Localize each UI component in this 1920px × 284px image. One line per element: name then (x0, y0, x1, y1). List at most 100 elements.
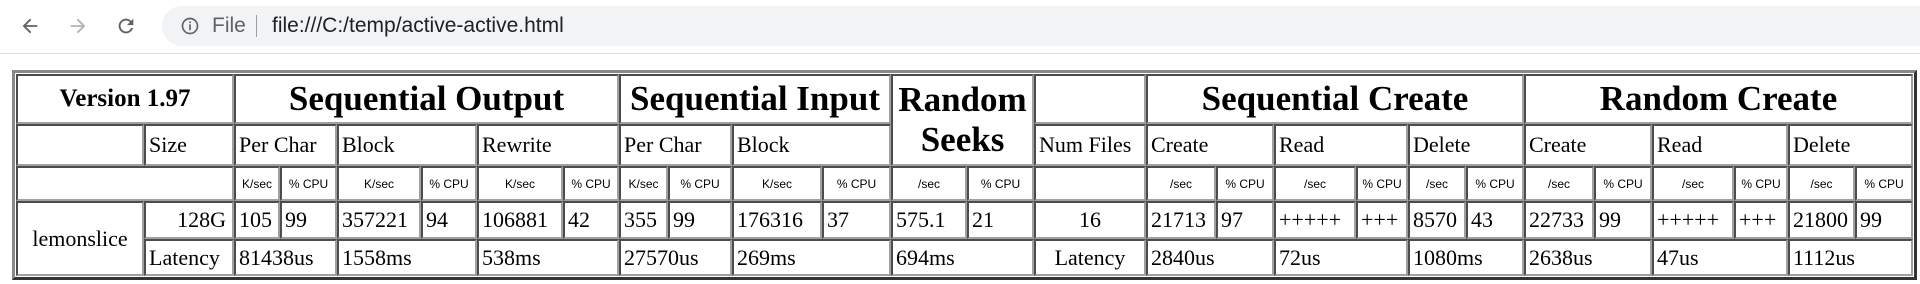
seeks-latency: 694ms (891, 239, 1034, 276)
so-rewrite-latency: 538ms (477, 239, 619, 276)
sc-create-sec: 21713 (1146, 201, 1216, 239)
unit-cpu: % CPU (1594, 166, 1652, 201)
seeks-cpu: 21 (967, 201, 1034, 239)
si-per-char-cpu: 99 (668, 201, 732, 239)
sc-delete-header: Delete (1408, 124, 1524, 166)
rc-delete-cpu: 99 (1855, 201, 1913, 239)
num-files-value: 16 (1034, 201, 1146, 239)
si-per-char-latency: 27570us (619, 239, 732, 276)
so-block-latency: 1558ms (337, 239, 477, 276)
units-blank (16, 166, 234, 201)
machine-name: lemonslice (16, 201, 144, 276)
reload-button[interactable] (110, 10, 142, 42)
unit-cpu: % CPU (822, 166, 891, 201)
unit-cpu: % CPU (1466, 166, 1524, 201)
rc-create-header: Create (1524, 124, 1652, 166)
unit-cpu: % CPU (421, 166, 477, 201)
unit-cpu: % CPU (668, 166, 732, 201)
si-block-latency: 269ms (732, 239, 891, 276)
forward-button[interactable] (62, 10, 94, 42)
size-header: Size (144, 124, 234, 166)
unit-cpu: % CPU (967, 166, 1034, 201)
sc-delete-sec: 8570 (1408, 201, 1466, 239)
unit-cpu: % CPU (1855, 166, 1913, 201)
address-bar[interactable]: File file:///C:/temp/active-active.html (162, 6, 1920, 46)
rc-delete-header: Delete (1788, 124, 1913, 166)
rc-create-cpu: 99 (1594, 201, 1652, 239)
so-per-char-cpu: 99 (280, 201, 337, 239)
num-files-header: Num Files (1034, 124, 1146, 166)
sequential-create-header: Sequential Create (1146, 74, 1524, 124)
so-rewrite-ksec: 106881 (477, 201, 563, 239)
omnibox-divider (256, 15, 257, 37)
so-per-char-header: Per Char (234, 124, 337, 166)
version-header: Version 1.97 (16, 74, 234, 124)
sequential-input-header: Sequential Input (619, 74, 891, 124)
unit-cpu: % CPU (280, 166, 337, 201)
unit-sec: /sec (891, 166, 967, 201)
rc-create-sec: 22733 (1524, 201, 1594, 239)
units-blank-numfiles (1034, 166, 1146, 201)
bonnie-results-table: Version 1.97 Sequential Output Sequentia… (12, 70, 1917, 280)
unit-cpu: % CPU (1216, 166, 1274, 201)
so-per-char-ksec: 105 (234, 201, 280, 239)
random-seeks-line2: Seeks (920, 120, 1005, 159)
rc-delete-latency: 1112us (1788, 239, 1913, 276)
so-block-header: Block (337, 124, 477, 166)
unit-ksec: K/sec (477, 166, 563, 201)
unit-sec: /sec (1274, 166, 1356, 201)
latency-label-files: Latency (1034, 239, 1146, 276)
sc-read-cpu: +++ (1356, 201, 1408, 239)
sc-create-cpu: 97 (1216, 201, 1274, 239)
url-text[interactable]: file:///C:/temp/active-active.html (272, 14, 564, 38)
sc-delete-cpu: 43 (1466, 201, 1524, 239)
reload-icon (118, 18, 134, 34)
rc-read-cpu: +++ (1734, 201, 1788, 239)
so-rewrite-cpu: 42 (563, 201, 619, 239)
sc-create-latency: 2840us (1146, 239, 1274, 276)
rc-delete-sec: 21800 (1788, 201, 1855, 239)
so-rewrite-header: Rewrite (477, 124, 619, 166)
rc-read-latency: 47us (1652, 239, 1788, 276)
unit-sec: /sec (1146, 166, 1216, 201)
unit-cpu: % CPU (563, 166, 619, 201)
back-arrow-icon (22, 18, 38, 34)
sc-delete-latency: 1080ms (1408, 239, 1524, 276)
unit-sec: /sec (1788, 166, 1855, 201)
browser-toolbar: File file:///C:/temp/active-active.html (0, 0, 1920, 54)
size-value: 128G (144, 201, 234, 239)
back-button[interactable] (14, 10, 46, 42)
unit-cpu: % CPU (1356, 166, 1408, 201)
sc-create-header: Create (1146, 124, 1274, 166)
forward-arrow-icon (70, 18, 86, 34)
seeks-sec: 575.1 (891, 201, 967, 239)
random-seeks-line1: Random (898, 80, 1027, 119)
so-block-ksec: 357221 (337, 201, 421, 239)
num-files-top-blank (1034, 74, 1146, 124)
so-per-char-latency: 81438us (234, 239, 337, 276)
unit-cpu: % CPU (1734, 166, 1788, 201)
si-per-char-header: Per Char (619, 124, 732, 166)
rc-read-sec: +++++ (1652, 201, 1734, 239)
sc-read-header: Read (1274, 124, 1408, 166)
si-block-header: Block (732, 124, 891, 166)
unit-ksec: K/sec (732, 166, 822, 201)
subheader-blank (16, 124, 144, 166)
random-seeks-header: Random Seeks (891, 74, 1034, 166)
info-icon[interactable] (180, 16, 200, 36)
rc-read-header: Read (1652, 124, 1788, 166)
sequential-output-header: Sequential Output (234, 74, 619, 124)
si-per-char-ksec: 355 (619, 201, 668, 239)
site-label: File (212, 14, 246, 37)
unit-sec: /sec (1524, 166, 1594, 201)
unit-ksec: K/sec (337, 166, 421, 201)
unit-sec: /sec (1652, 166, 1734, 201)
so-block-cpu: 94 (421, 201, 477, 239)
sc-read-sec: +++++ (1274, 201, 1356, 239)
rc-create-latency: 2638us (1524, 239, 1652, 276)
unit-ksec: K/sec (234, 166, 280, 201)
unit-sec: /sec (1408, 166, 1466, 201)
si-block-ksec: 176316 (732, 201, 822, 239)
unit-ksec: K/sec (619, 166, 668, 201)
si-block-cpu: 37 (822, 201, 891, 239)
